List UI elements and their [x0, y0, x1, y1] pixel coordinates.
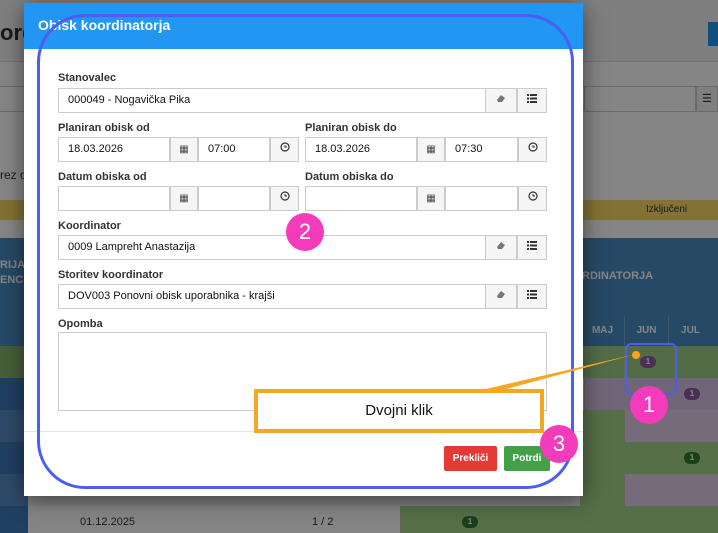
double-click-callout: Dvojni klik	[254, 389, 544, 433]
step-marker-1: 1	[630, 386, 668, 424]
callout-pointer	[484, 351, 640, 395]
step-marker-2: 2	[286, 213, 324, 251]
step-marker-3: 3	[540, 425, 578, 463]
